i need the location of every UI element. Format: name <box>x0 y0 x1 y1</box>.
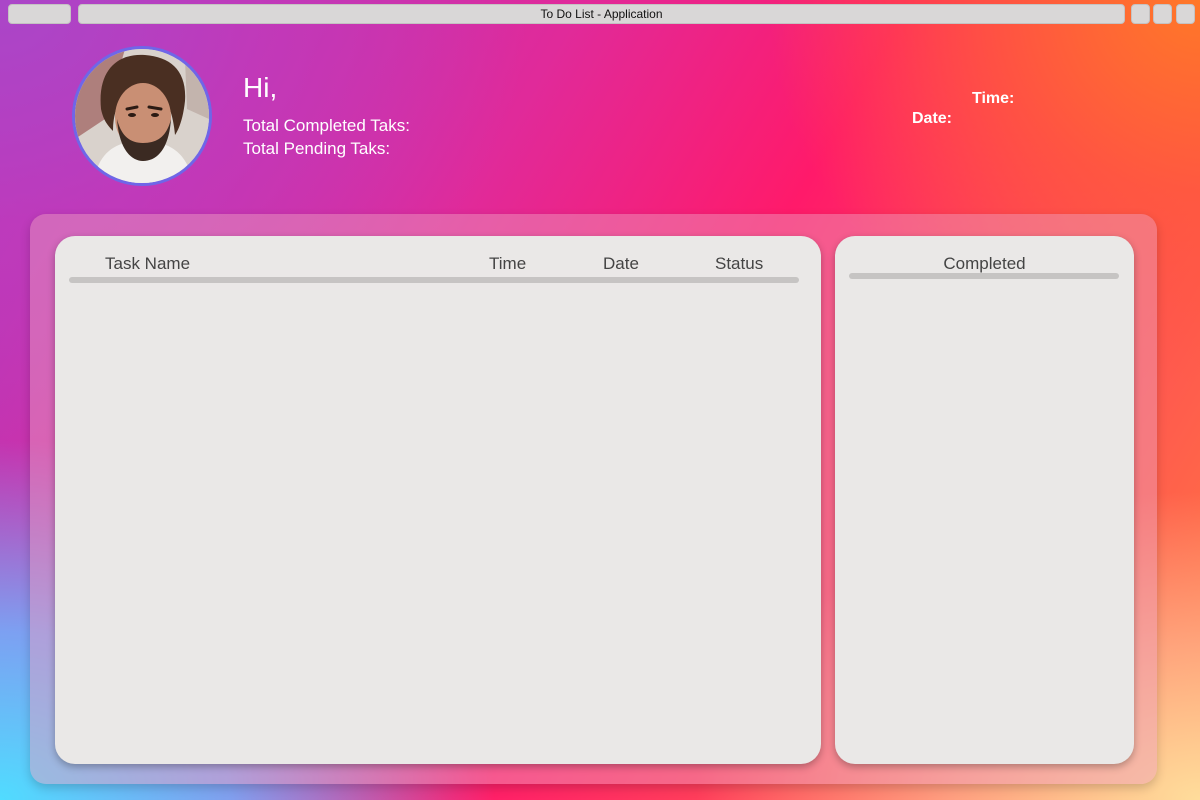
greeting-text: Hi, <box>243 72 278 103</box>
tasks-table: Task Name Time Date Status <box>55 236 821 764</box>
window-titlebar: To Do List - Application <box>0 4 1200 24</box>
column-header-status[interactable]: Status <box>715 254 763 274</box>
window-menu-button[interactable] <box>8 4 71 24</box>
window-title: To Do List - Application <box>78 4 1125 24</box>
column-header-date[interactable]: Date <box>603 254 639 274</box>
completed-panel: Completed <box>835 236 1134 764</box>
avatar[interactable] <box>72 46 212 186</box>
completed-header-divider <box>849 273 1119 279</box>
time-label: Time: <box>972 90 1015 107</box>
maximize-button[interactable] <box>1153 4 1172 24</box>
table-header-divider <box>69 277 799 283</box>
minimize-button[interactable] <box>1131 4 1150 24</box>
total-completed-label: Total Completed Taks: <box>243 116 410 135</box>
close-button[interactable] <box>1176 4 1195 24</box>
user-photo <box>75 49 209 183</box>
completed-panel-title: Completed <box>943 254 1026 273</box>
date-label: Date: <box>912 110 953 127</box>
total-pending-label: Total Pending Taks: <box>243 139 391 158</box>
column-header-time[interactable]: Time <box>489 254 526 274</box>
task-list[interactable] <box>69 290 807 750</box>
column-header-task-name[interactable]: Task Name <box>105 254 190 274</box>
completed-list[interactable] <box>849 290 1120 750</box>
